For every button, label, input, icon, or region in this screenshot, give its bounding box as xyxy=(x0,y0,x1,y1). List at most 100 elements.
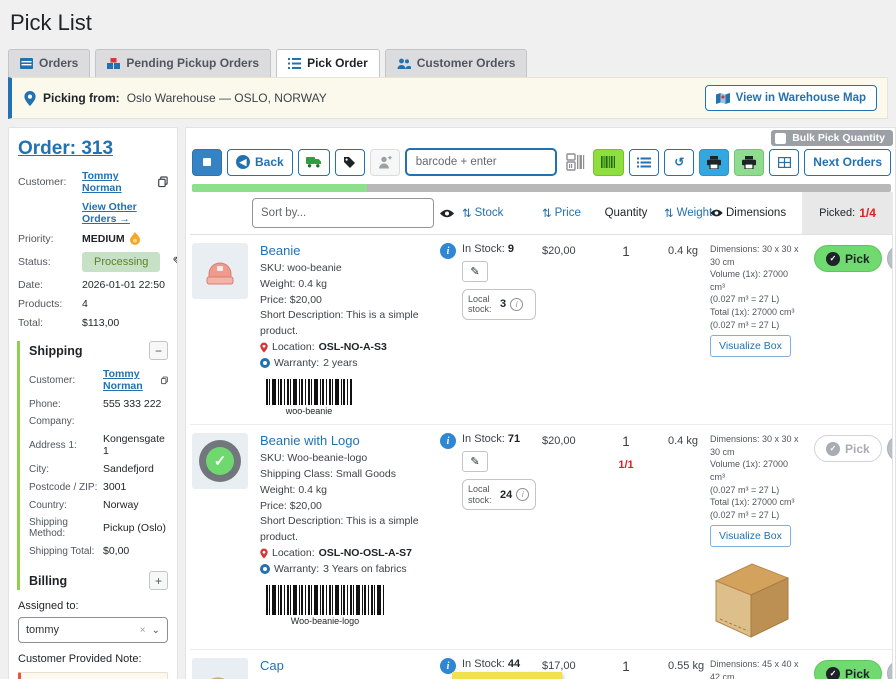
ship-label: City: xyxy=(29,464,103,475)
barcode-image xyxy=(266,585,384,615)
visualize-box-button[interactable]: Visualize Box xyxy=(710,525,791,547)
date-label: Date: xyxy=(18,279,82,291)
assigned-to-select[interactable]: tommy × ⌄ xyxy=(18,617,168,643)
quantity-cell: 1 xyxy=(598,243,654,418)
back-button[interactable]: ◀Back xyxy=(227,149,293,176)
undo-pick-button[interactable]: ↺ xyxy=(887,435,893,462)
label-printer-icon[interactable] xyxy=(566,153,586,171)
product-image[interactable] xyxy=(192,243,248,299)
copy-icon[interactable] xyxy=(161,375,168,386)
local-stock-info-icon[interactable]: i xyxy=(516,488,529,501)
column-header-dimensions: Dimensions xyxy=(710,207,802,219)
pick-button[interactable]: ✓Pick xyxy=(814,245,882,272)
local-stock-box: Local stock:24i xyxy=(462,479,536,510)
tag-button[interactable] xyxy=(335,149,365,176)
picking-from-banner: Picking from: Oslo Warehouse — OSLO, NOR… xyxy=(8,77,888,119)
info-icon[interactable]: i xyxy=(440,433,456,449)
tab-pending-pickup-orders[interactable]: Pending Pickup Orders xyxy=(95,49,271,77)
customer-note-textarea[interactable] xyxy=(18,672,168,679)
stock-cell: In Stock: 71 ✎ Local stock:24i xyxy=(462,433,542,643)
in-stock-value: 9 xyxy=(508,243,514,255)
priority-value: MEDIUM xyxy=(82,233,125,245)
print-green-button[interactable] xyxy=(734,149,764,176)
products-count: 4 xyxy=(82,298,168,310)
ship-customer-link[interactable]: Tommy Norman xyxy=(103,368,158,392)
tab-pick-order[interactable]: Pick Order xyxy=(276,49,380,77)
pick-list-main: Bulk Pick Quantity ◀Back xyxy=(185,127,896,679)
shipment-truck-button[interactable] xyxy=(298,149,330,176)
ship-value: 3001 xyxy=(103,481,168,493)
tab-bar: Orders Pending Pickup Orders Pick Order … xyxy=(8,49,896,77)
edit-stock-button[interactable]: ✎ xyxy=(462,261,488,282)
row-actions: ✓Pick ↺ xyxy=(802,243,893,418)
column-header-weight[interactable]: ⇅Weight xyxy=(654,206,710,220)
ship-value: Norway xyxy=(103,499,168,511)
visibility-column-header[interactable] xyxy=(440,209,462,218)
visualize-box-button[interactable]: Visualize Box xyxy=(710,335,791,357)
sticky-note[interactable]: Location changed on this item. Tom xyxy=(452,672,562,679)
sort-input[interactable] xyxy=(252,198,434,228)
collapse-sidebar-button[interactable] xyxy=(192,149,222,176)
product-name-link[interactable]: Cap xyxy=(260,658,284,673)
undo-icon: ↺ xyxy=(674,155,684,169)
in-stock-value: 44 xyxy=(508,658,520,670)
tab-orders-label: Orders xyxy=(39,56,78,70)
collapse-shipping-button[interactable]: − xyxy=(149,341,168,360)
customer-note-label: Customer Provided Note: xyxy=(18,653,168,665)
edit-status-icon[interactable]: ✎ xyxy=(172,254,178,270)
tag-icon xyxy=(343,156,356,169)
product-name-link[interactable]: Beanie with Logo xyxy=(260,433,360,448)
bulk-pick-checkbox[interactable] xyxy=(775,133,786,144)
copy-icon[interactable] xyxy=(158,176,168,188)
warranty-icon xyxy=(260,358,270,368)
product-warranty: 2 years xyxy=(323,356,357,372)
barcode-scan-button[interactable] xyxy=(593,149,624,176)
tab-pending-label: Pending Pickup Orders xyxy=(126,56,259,70)
product-image[interactable]: ✓ xyxy=(192,433,248,489)
product-row-beanie: Beanie SKU: woo-beanie Weight: 0.4 kg Pr… xyxy=(190,235,892,425)
ship-value: Sandefjord xyxy=(103,463,168,475)
location-pin-icon xyxy=(260,342,268,353)
sort-arrows-icon: ⇅ xyxy=(462,206,472,220)
undo-toolbar-button[interactable]: ↺ xyxy=(664,149,694,176)
location-pin-icon xyxy=(24,91,36,106)
product-image[interactable] xyxy=(192,658,248,679)
bulk-pick-quantity-toggle[interactable]: Bulk Pick Quantity xyxy=(771,130,893,146)
products-label: Products: xyxy=(18,298,82,310)
clear-icon[interactable]: × xyxy=(140,625,146,636)
expand-billing-button[interactable]: + xyxy=(149,571,168,590)
local-stock-value: 24 xyxy=(500,489,512,501)
pick-button-disabled[interactable]: ✓Pick xyxy=(814,435,882,462)
undo-pick-button[interactable]: ↺ xyxy=(887,660,893,679)
product-name-link[interactable]: Beanie xyxy=(260,243,300,258)
add-user-icon xyxy=(378,156,392,169)
row-actions: ✓Pick ↺ xyxy=(802,658,893,679)
customer-link[interactable]: Tommy Norman xyxy=(82,170,154,194)
order-title-link[interactable]: Order: 313 xyxy=(18,138,113,160)
warranty-icon xyxy=(260,564,270,574)
ship-value: $0,00 xyxy=(103,545,168,557)
ship-value: 555 333 222 xyxy=(103,398,168,410)
view-other-orders-link[interactable]: View Other Orders → xyxy=(82,201,168,225)
edit-stock-button[interactable]: ✎ xyxy=(462,451,488,472)
pick-progress-fill xyxy=(192,184,367,192)
assign-user-button[interactable] xyxy=(370,149,400,176)
next-orders-button[interactable]: Next Orders xyxy=(804,149,891,176)
column-header-stock[interactable]: ⇅Stock xyxy=(462,206,542,220)
print-blue-button[interactable] xyxy=(699,149,729,176)
printer-icon xyxy=(707,156,721,169)
next-orders-label: Next Orders xyxy=(813,155,882,169)
column-header-price[interactable]: ⇅Price xyxy=(542,206,598,220)
tab-customer-orders[interactable]: Customer Orders xyxy=(385,49,528,77)
local-stock-info-icon[interactable]: i xyxy=(510,298,523,311)
product-row-beanie-with-logo: ✓ Beanie with Logo SKU: Woo-beanie-logo … xyxy=(190,425,892,650)
info-icon[interactable]: i xyxy=(440,243,456,259)
grid-view-button[interactable] xyxy=(769,149,799,176)
barcode-input[interactable] xyxy=(405,148,557,176)
list-view-button[interactable] xyxy=(629,149,659,176)
undo-pick-button[interactable]: ↺ xyxy=(887,245,893,272)
pick-button[interactable]: ✓Pick xyxy=(814,660,882,679)
tab-orders[interactable]: Orders xyxy=(8,49,90,77)
view-warehouse-map-button[interactable]: View in Warehouse Map xyxy=(705,85,877,111)
view-warehouse-map-label: View in Warehouse Map xyxy=(736,92,866,104)
